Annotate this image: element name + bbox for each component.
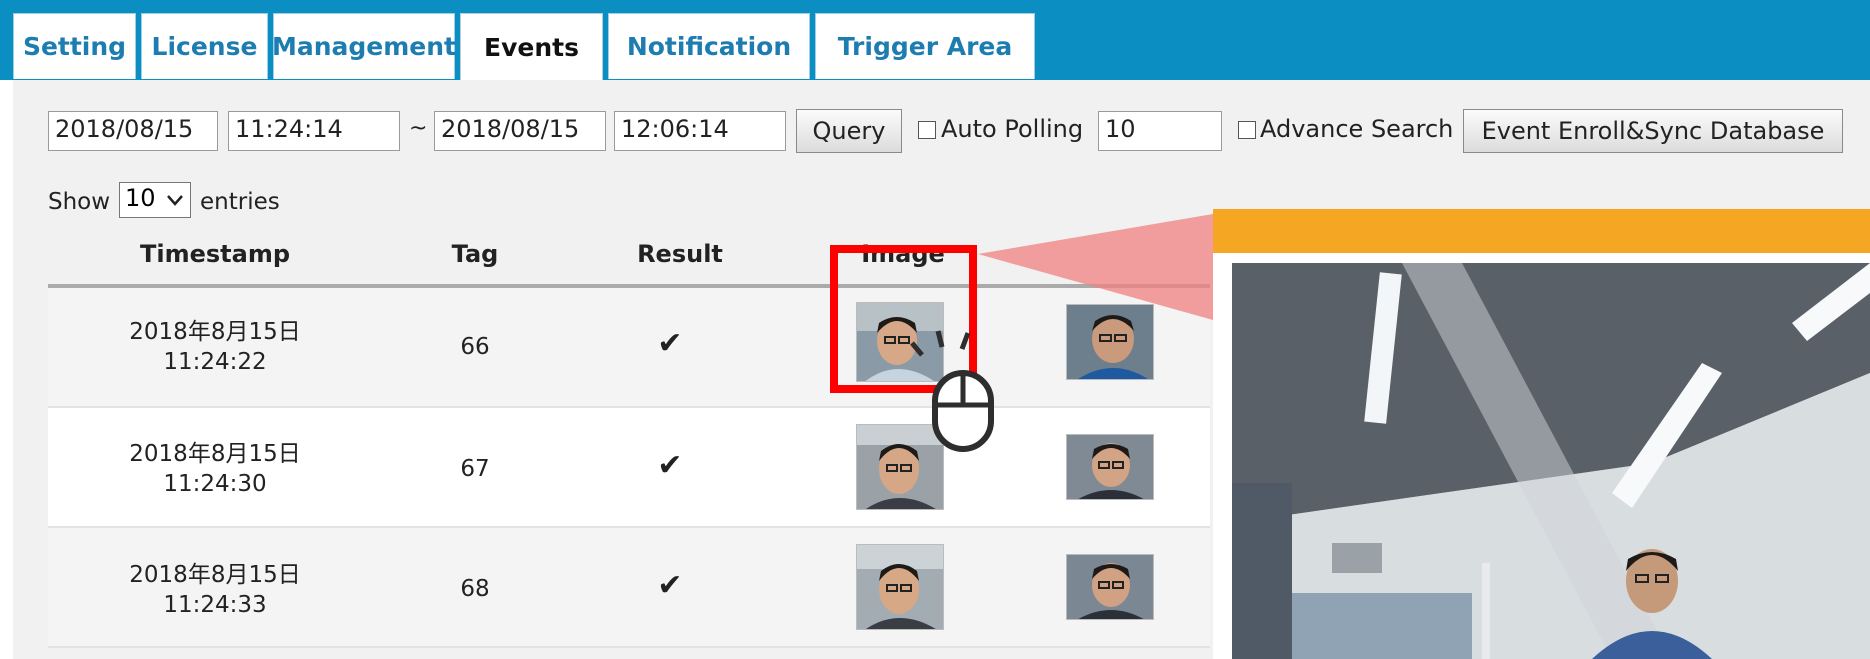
popup-title-bar (1213, 209, 1870, 253)
mouse-click-icon (910, 330, 994, 452)
camera-snapshot[interactable] (1232, 263, 1870, 659)
